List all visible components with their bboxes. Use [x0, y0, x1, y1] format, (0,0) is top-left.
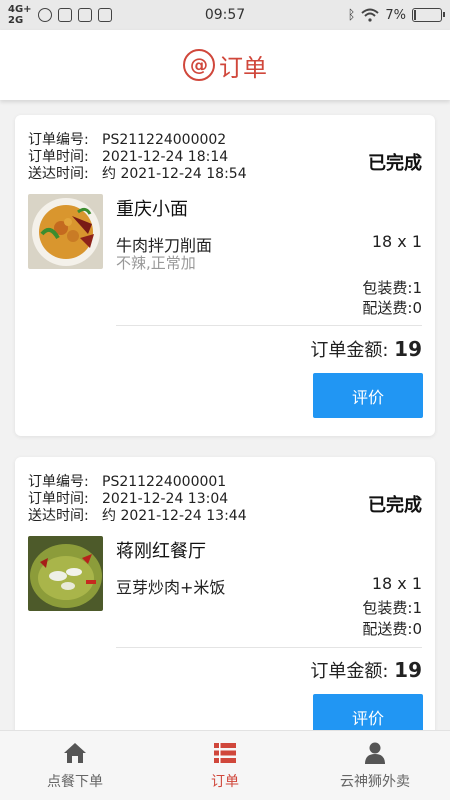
total-label: 订单金额: [310, 340, 389, 361]
packing-fee: 包装费:1 [362, 277, 422, 298]
bluetooth-icon: ᛒ [347, 7, 356, 23]
list-icon [214, 742, 236, 763]
delivery-time-label: 送达时间: [28, 508, 89, 524]
review-button[interactable]: 评价 [313, 694, 423, 730]
divider [116, 325, 422, 326]
delivery-fee-label: 配送费: [362, 620, 413, 638]
total-label: 订单金额: [310, 661, 389, 682]
nav-label: 点餐下单 [47, 773, 103, 790]
delivery-fee: 配送费:0 [362, 297, 422, 318]
order-no-label: 订单编号: [28, 474, 89, 490]
total-value: 19 [394, 337, 422, 361]
fish-dish-photo [28, 536, 103, 611]
network-bottom: 2G [8, 15, 24, 26]
status-time: 09:57 [204, 7, 246, 23]
dish-note: 不辣,正常加 [116, 254, 196, 272]
app-icon [77, 8, 92, 22]
order-no: PS211224000002 [102, 132, 227, 148]
delivery-fee: 配送费:0 [362, 618, 422, 639]
total-value: 19 [394, 658, 422, 682]
home-icon [64, 742, 86, 763]
delivery-time: 约 2021-12-24 18:54 [102, 166, 247, 182]
mail-icon [97, 8, 112, 22]
shop-name: 重庆小面 [116, 199, 188, 220]
order-card: 订单编号: PS211224000001 订单时间: 2021-12-24 13:0… [15, 457, 435, 730]
order-total: 订单金额: 19 [310, 336, 422, 362]
video-icon [57, 8, 72, 22]
order-time-label: 订单时间: [28, 491, 89, 507]
order-status: 已完成 [368, 153, 422, 174]
status-left: 4G+ 2G [8, 4, 112, 26]
packing-fee-value: 1 [412, 279, 422, 297]
order-status: 已完成 [368, 495, 422, 516]
app-logo-icon: @ [183, 49, 215, 81]
dish-name: 豆芽炒肉+米饭 [116, 578, 226, 597]
nav-label: 云神狮外卖 [340, 773, 410, 790]
app-header: @ 订单 [0, 30, 450, 100]
order-time-label: 订单时间: [28, 149, 89, 165]
packing-fee-label: 包装费: [362, 599, 413, 617]
delivery-fee-value: 0 [412, 299, 422, 317]
wechat-icon [37, 8, 52, 22]
order-time: 2021-12-24 13:04 [102, 491, 229, 507]
order-total: 订单金额: 19 [310, 657, 422, 683]
nav-item-orders[interactable]: 订单 [150, 731, 300, 800]
network-top: 4G+ [8, 4, 32, 15]
nav-item-order-food[interactable]: 点餐下单 [0, 731, 150, 800]
shop-name: 蒋刚红餐厅 [116, 541, 206, 562]
noodles-photo [28, 194, 103, 269]
battery-percent: 7% [385, 7, 406, 23]
order-no: PS211224000001 [102, 474, 227, 490]
order-no-label: 订单编号: [28, 132, 89, 148]
status-bar: 4G+ 2G 09:57 ᛒ 7% [0, 0, 450, 30]
packing-fee-label: 包装费: [362, 279, 413, 297]
packing-fee: 包装费:1 [362, 597, 422, 618]
dish-quantity: 18 x 1 [371, 574, 422, 593]
nav-label: 订单 [211, 773, 239, 790]
delivery-time: 约 2021-12-24 13:44 [102, 508, 247, 524]
bottom-nav: 点餐下单 订单 云神狮外卖 [0, 730, 450, 800]
order-meta: 订单编号: PS211224000001 订单时间: 2021-12-24 13:0… [28, 474, 247, 525]
divider [116, 647, 422, 648]
order-meta: 订单编号: PS211224000002 订单时间: 2021-12-24 18:1… [28, 132, 247, 183]
delivery-fee-label: 配送费: [362, 299, 413, 317]
review-button[interactable]: 评价 [313, 373, 423, 418]
order-card: 订单编号: PS211224000002 订单时间: 2021-12-24 18:1… [15, 115, 435, 436]
order-time: 2021-12-24 18:14 [102, 149, 229, 165]
nav-item-profile[interactable]: 云神狮外卖 [300, 731, 450, 800]
page-title: 订单 [219, 53, 267, 82]
dish-quantity: 18 x 1 [371, 232, 422, 251]
user-icon [365, 742, 385, 764]
wifi-icon [361, 8, 380, 22]
battery-icon [412, 8, 445, 22]
status-right: ᛒ 7% [347, 7, 445, 23]
packing-fee-value: 1 [412, 599, 422, 617]
order-list[interactable]: 订单编号: PS211224000002 订单时间: 2021-12-24 18:1… [0, 100, 450, 730]
network-indicator: 4G+ 2G [8, 4, 32, 26]
delivery-time-label: 送达时间: [28, 166, 89, 182]
delivery-fee-value: 0 [412, 620, 422, 638]
